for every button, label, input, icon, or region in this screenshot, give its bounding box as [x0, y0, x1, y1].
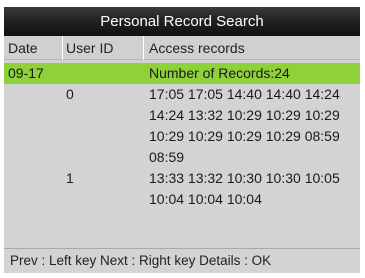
row-records: 17:05 17:05 14:40 14:40 14:24 [149, 86, 340, 102]
row-user-id: 1 [66, 170, 74, 186]
row-records: 10:04 10:04 10:04 [149, 191, 262, 207]
column-header-access-records: Access records [149, 40, 245, 56]
records-list: 09-17 Number of Records:24 0 17:05 17:05… [4, 60, 360, 248]
row-records: 08:59 [149, 149, 185, 165]
table-row[interactable]: 10:29 10:29 10:29 10:29 08:59 [4, 126, 360, 147]
key-hints: Prev : Left key Next : Right key Details… [4, 248, 360, 273]
table-row-selected[interactable]: 09-17 Number of Records:24 [4, 63, 360, 84]
table-row[interactable]: 14:24 13:32 10:29 10:29 10:29 [4, 105, 360, 126]
row-date: 09-17 [8, 65, 44, 81]
row-records: 13:33 13:32 10:30 10:30 10:05 [149, 170, 340, 186]
row-records: 14:24 13:32 10:29 10:29 10:29 [149, 107, 340, 123]
table-header: Date User ID Access records [4, 36, 360, 60]
table-row[interactable]: 10:04 10:04 10:04 [4, 189, 360, 210]
table-row[interactable]: 0 17:05 17:05 14:40 14:40 14:24 [4, 84, 360, 105]
table-row[interactable]: 08:59 [4, 147, 360, 168]
column-divider [143, 36, 144, 60]
row-records: Number of Records:24 [149, 65, 290, 81]
row-user-id: 0 [66, 86, 74, 102]
device-screen: Personal Record Search Date User ID Acce… [4, 7, 360, 273]
column-header-user-id: User ID [66, 40, 114, 56]
row-records: 10:29 10:29 10:29 10:29 08:59 [149, 128, 340, 144]
table-row[interactable]: 1 13:33 13:32 10:30 10:30 10:05 [4, 168, 360, 189]
column-header-date: Date [8, 40, 38, 56]
column-divider [62, 36, 63, 60]
screen-title: Personal Record Search [4, 7, 360, 36]
